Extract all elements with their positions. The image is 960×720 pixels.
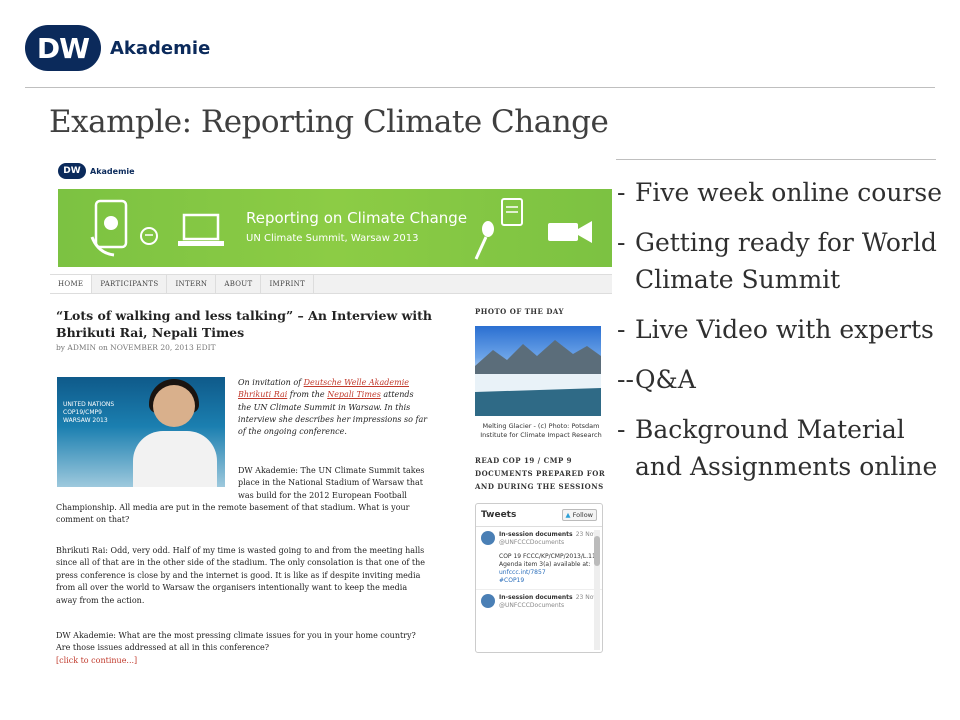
dw-akademie-logo: DW Akademie: [25, 25, 210, 71]
tablet-twitter-icon: [90, 199, 128, 257]
tab-intern[interactable]: INTERN: [167, 275, 217, 293]
person-body: [133, 431, 217, 487]
unfccc-avatar: [481, 531, 495, 545]
chat-icon: [140, 227, 158, 245]
site-banner: Reporting on Climate Change UN Climate S…: [58, 189, 612, 267]
glacier-photo[interactable]: [475, 326, 601, 416]
tweet-text: COP 19 FCCC/KP/CMP/2013/L.11 Agenda item…: [499, 553, 596, 568]
bullet-dash: -: [617, 315, 626, 344]
bullet-item: - Live Video with experts: [617, 311, 947, 348]
bullet-item: -- Q&A: [617, 361, 947, 398]
intro-text-1: On invitation of: [238, 378, 304, 387]
bullets-divider: [616, 159, 936, 160]
video-camera-icon: [548, 221, 592, 243]
site-logo-mark: DW: [58, 163, 86, 179]
un-cop19-logo: UNITED NATIONS COP19/CMP9 WARSAW 2013: [63, 401, 115, 424]
bullet-dash: --: [617, 365, 634, 394]
paragraph-1a: DW Akademie: The UN Climate Summit takes…: [238, 466, 425, 500]
feature-bullets: - Five week online course - Getting ready…: [617, 174, 947, 498]
article: “Lots of walking and less talking” – An …: [56, 307, 466, 665]
tab-imprint[interactable]: IMPRINT: [261, 275, 315, 293]
laptop-icon: [178, 213, 224, 246]
microphone-icon: [474, 221, 494, 260]
tweets-title: Tweets: [481, 510, 517, 520]
article-intro: On invitation of Deutsche Welle Akademie…: [238, 377, 428, 438]
dw-akademie-link[interactable]: Deutsche Welle Akademie: [304, 378, 409, 387]
twitter-widget: Tweets ▲ Follow 23 Nov In-session docume…: [475, 503, 603, 653]
article-title[interactable]: “Lots of walking and less talking” – An …: [56, 307, 466, 341]
documents-heading[interactable]: READ COP 19 / CMP 9 DOCUMENTS PREPARED F…: [475, 454, 607, 493]
site-nav-tabs: HOME PARTICIPANTS INTERN ABOUT IMPRINT: [50, 274, 612, 294]
akademie-wordmark: Akademie: [110, 37, 211, 59]
bullet-dash: -: [617, 228, 626, 257]
bullet-dash: -: [617, 178, 626, 207]
tab-home[interactable]: HOME: [50, 275, 93, 293]
glacier-caption: Melting Glacier - (c) Photo: Potsdam Ins…: [480, 422, 602, 439]
tweets-scrollbar[interactable]: [594, 530, 600, 650]
bullet-item: - Background Material and Assignments onl…: [617, 411, 947, 485]
site-logo-text: Akademie: [90, 166, 135, 176]
slide-title: Example: Reporting Climate Change: [49, 104, 609, 140]
document-icon: [501, 198, 523, 226]
tweet-item[interactable]: 23 Nov In-session documents @UNFCCCDocum…: [476, 589, 602, 614]
tweet-body: 23 Nov In-session documents @UNFCCCDocum…: [499, 531, 597, 585]
tab-about[interactable]: ABOUT: [216, 275, 262, 293]
bullet-item: - Getting ready for World Climate Summit: [617, 224, 947, 298]
continue-link[interactable]: [click to continue...]: [56, 655, 428, 667]
photo-of-day-heading: PHOTO OF THE DAY: [475, 307, 564, 316]
tweet-handle: @UNFCCCDocuments: [499, 539, 565, 546]
dw-logo-mark: DW: [25, 25, 101, 71]
bullet-dash: -: [617, 415, 626, 444]
person-face: [153, 385, 195, 427]
header-divider: [25, 87, 935, 88]
interview-photo: UNITED NATIONS COP19/CMP9 WARSAW 2013: [57, 377, 225, 487]
site-sidebar: PHOTO OF THE DAY Melting Glacier - (c) P…: [475, 307, 607, 653]
paragraph-3: DW Akademie: What are the most pressing …: [56, 631, 416, 653]
banner-subtitle: UN Climate Summit, Warsaw 2013: [246, 233, 419, 244]
website-screenshot: DW Akademie Reporting on Climate Change …: [50, 155, 612, 667]
tweet-hashtag[interactable]: #COP19: [499, 577, 597, 585]
bullet-text: Background Material and Assignments onli…: [635, 415, 938, 481]
bullet-text: Q&A: [635, 365, 696, 394]
follow-label: Follow: [572, 511, 593, 519]
nepali-times-link[interactable]: Nepali Times: [327, 390, 381, 399]
bullet-text: Five week online course: [635, 178, 943, 207]
site-header: DW Akademie: [50, 155, 612, 189]
tweet-handle: @UNFCCCDocuments: [499, 602, 565, 609]
unfccc-avatar: [481, 594, 495, 608]
paragraph-2: Bhrikuti Rai: Odd, very odd. Half of my …: [56, 546, 426, 605]
bullet-text: Getting ready for World Climate Summit: [635, 228, 937, 294]
tweet-link[interactable]: unfccc.int/7857: [499, 569, 597, 577]
bhrikuti-rai-link[interactable]: Bhrikuti Rai: [238, 390, 287, 399]
paragraph-1b: Championship. All media are put in the r…: [56, 503, 410, 525]
glacier-mountains: [475, 340, 601, 416]
intro-text-3: from the: [287, 390, 328, 400]
tab-participants[interactable]: PARTICIPANTS: [92, 275, 168, 293]
article-meta: by ADMIN on NOVEMBER 20, 2013 EDIT: [56, 343, 216, 352]
twitter-bird-icon: ▲: [565, 511, 571, 519]
banner-title: Reporting on Climate Change: [246, 209, 468, 227]
tweet-body: 23 Nov In-session documents @UNFCCCDocum…: [499, 594, 597, 610]
tweets-header: Tweets ▲ Follow: [476, 504, 602, 527]
tweet-item[interactable]: 23 Nov In-session documents @UNFCCCDocum…: [476, 527, 602, 589]
follow-button[interactable]: ▲ Follow: [561, 509, 597, 521]
site-logo[interactable]: DW Akademie: [58, 163, 135, 179]
bullet-text: Live Video with experts: [635, 315, 934, 344]
scrollbar-thumb[interactable]: [594, 536, 600, 566]
bullet-item: - Five week online course: [617, 174, 947, 211]
